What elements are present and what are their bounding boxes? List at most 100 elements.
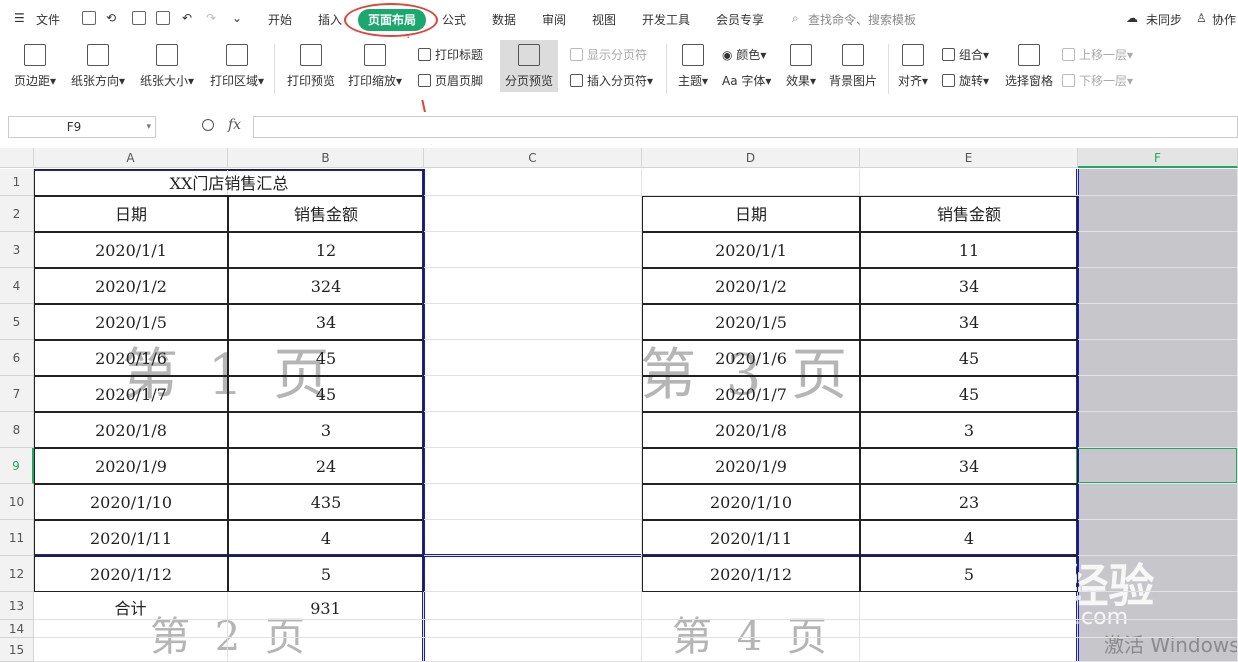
table2-amount-cell[interactable]: 23 bbox=[860, 484, 1078, 520]
table1-date-cell[interactable]: 2020/1/11 bbox=[34, 520, 228, 556]
table1-date-cell[interactable]: 2020/1/6 bbox=[34, 340, 228, 376]
grid-cell[interactable] bbox=[860, 169, 1078, 196]
table2-amount-cell[interactable]: 34 bbox=[860, 448, 1078, 484]
table2-amount-cell[interactable]: 4 bbox=[860, 520, 1078, 556]
tab-formulas[interactable]: 公式 bbox=[442, 11, 466, 28]
grid-cell[interactable] bbox=[1078, 376, 1238, 412]
table1-header-amount[interactable]: 销售金额 bbox=[228, 196, 424, 232]
grid-cell[interactable] bbox=[1078, 638, 1238, 662]
table2-date-cell[interactable]: 2020/1/7 bbox=[642, 376, 860, 412]
collaborate-button[interactable]: 协作 bbox=[1212, 11, 1236, 28]
grid-cell[interactable] bbox=[34, 638, 228, 662]
grid-cell[interactable] bbox=[424, 638, 642, 662]
grid-cell[interactable] bbox=[424, 620, 642, 638]
row-header-4[interactable]: 4 bbox=[0, 268, 34, 304]
row-header-9[interactable]: 9 bbox=[0, 448, 34, 484]
save-icon[interactable] bbox=[82, 11, 96, 25]
table1-date-cell[interactable]: 2020/1/9 bbox=[34, 448, 228, 484]
tab-member[interactable]: 会员专享 bbox=[716, 11, 764, 28]
file-menu[interactable]: 文件 bbox=[36, 11, 60, 28]
orientation-button[interactable]: 纸张方向▾ bbox=[70, 44, 126, 89]
table1-amount-cell[interactable]: 3 bbox=[228, 412, 424, 448]
grid-cell[interactable] bbox=[1078, 196, 1238, 232]
table2-amount-cell[interactable]: 11 bbox=[860, 232, 1078, 268]
table1-amount-cell[interactable]: 435 bbox=[228, 484, 424, 520]
print-scale-button[interactable]: 打印缩放▾ bbox=[346, 44, 404, 89]
col-header-f[interactable]: F bbox=[1078, 148, 1238, 168]
margins-button[interactable]: 页边距▾ bbox=[12, 44, 58, 89]
table2-date-cell[interactable]: 2020/1/6 bbox=[642, 340, 860, 376]
redo-icon[interactable]: ↷ bbox=[206, 11, 216, 25]
table2-header-date[interactable]: 日期 bbox=[642, 196, 860, 232]
row-header-1[interactable]: 1 bbox=[0, 169, 34, 196]
bring-forward-button[interactable]: 上移一层▾ bbox=[1062, 46, 1133, 63]
grid-cell[interactable] bbox=[34, 620, 228, 638]
grid-cell[interactable] bbox=[1078, 592, 1238, 620]
row-header-7[interactable]: 7 bbox=[0, 376, 34, 412]
table2-date-cell[interactable]: 2020/1/9 bbox=[642, 448, 860, 484]
row-header-10[interactable]: 10 bbox=[0, 484, 34, 520]
table1-total-value[interactable]: 931 bbox=[228, 592, 424, 620]
grid-cell[interactable] bbox=[860, 638, 1078, 662]
table1-date-cell[interactable]: 2020/1/12 bbox=[34, 556, 228, 592]
print-titles-button[interactable]: 打印标题 bbox=[418, 46, 483, 63]
table2-date-cell[interactable]: 2020/1/11 bbox=[642, 520, 860, 556]
row-header-12[interactable]: 12 bbox=[0, 556, 34, 592]
group-button[interactable]: 组合▾ bbox=[942, 46, 989, 63]
grid-cell[interactable] bbox=[424, 556, 642, 592]
selection-pane-button[interactable]: 选择窗格 bbox=[1004, 44, 1054, 89]
grid-cell[interactable] bbox=[642, 592, 860, 620]
grid-cell[interactable] bbox=[228, 638, 424, 662]
tab-home[interactable]: 开始 bbox=[268, 11, 292, 28]
hamburger-icon[interactable]: ☰ bbox=[14, 11, 25, 25]
grid-cell[interactable] bbox=[424, 484, 642, 520]
col-header-e[interactable]: E bbox=[860, 148, 1078, 168]
grid-cell[interactable] bbox=[860, 620, 1078, 638]
grid-cell[interactable] bbox=[642, 638, 860, 662]
table1-date-cell[interactable]: 2020/1/8 bbox=[34, 412, 228, 448]
row-header-14[interactable]: 14 bbox=[0, 620, 34, 638]
grid-cell[interactable] bbox=[860, 592, 1078, 620]
table1-title[interactable]: XX门店销售汇总 bbox=[34, 169, 424, 196]
table1-date-cell[interactable]: 2020/1/10 bbox=[34, 484, 228, 520]
grid-cell[interactable] bbox=[424, 412, 642, 448]
table2-date-cell[interactable]: 2020/1/10 bbox=[642, 484, 860, 520]
fonts-button[interactable]: Aa 字体▾ bbox=[722, 72, 771, 89]
grid-cell[interactable] bbox=[424, 448, 642, 484]
print-preview-button[interactable]: 打印预览 bbox=[286, 44, 336, 89]
tab-review[interactable]: 审阅 bbox=[542, 11, 566, 28]
table2-amount-cell[interactable]: 34 bbox=[860, 268, 1078, 304]
col-header-a[interactable]: A bbox=[34, 148, 228, 168]
row-header-3[interactable]: 3 bbox=[0, 232, 34, 268]
paper-size-button[interactable]: 纸张大小▾ bbox=[138, 44, 196, 89]
row-header-8[interactable]: 8 bbox=[0, 412, 34, 448]
tab-developer[interactable]: 开发工具 bbox=[642, 11, 690, 28]
table2-date-cell[interactable]: 2020/1/8 bbox=[642, 412, 860, 448]
table2-date-cell[interactable]: 2020/1/5 bbox=[642, 304, 860, 340]
show-page-breaks-checkbox[interactable]: 显示分页符 bbox=[570, 46, 647, 63]
send-backward-button[interactable]: 下移一层▾ bbox=[1062, 72, 1133, 89]
table1-date-cell[interactable]: 2020/1/1 bbox=[34, 232, 228, 268]
insert-page-break-button[interactable]: 插入分页符▾ bbox=[570, 72, 653, 89]
table1-date-cell[interactable]: 2020/1/5 bbox=[34, 304, 228, 340]
print-icon[interactable] bbox=[132, 11, 146, 25]
format-painter-icon[interactable]: ⟲ bbox=[106, 11, 116, 25]
chevron-down-icon[interactable]: ⌄ bbox=[232, 11, 242, 25]
table2-header-amount[interactable]: 销售金额 bbox=[860, 196, 1078, 232]
grid-cell[interactable] bbox=[1078, 304, 1238, 340]
tab-data[interactable]: 数据 bbox=[492, 11, 516, 28]
search-box[interactable]: 查找命令、搜索模板 bbox=[808, 11, 916, 28]
print-preview-icon[interactable] bbox=[156, 11, 170, 25]
grid-cell[interactable] bbox=[424, 196, 642, 232]
fx-icon[interactable]: fx bbox=[228, 117, 241, 133]
table1-amount-cell[interactable]: 5 bbox=[228, 556, 424, 592]
grid-cell[interactable] bbox=[1078, 484, 1238, 520]
table1-amount-cell[interactable]: 45 bbox=[228, 340, 424, 376]
grid-cell[interactable] bbox=[642, 620, 860, 638]
grid-cell[interactable] bbox=[1078, 169, 1238, 196]
row-header-2[interactable]: 2 bbox=[0, 196, 34, 232]
grid-cell[interactable] bbox=[424, 592, 642, 620]
formula-input[interactable] bbox=[253, 116, 1238, 138]
background-button[interactable]: 背景图片 bbox=[828, 44, 878, 89]
col-header-d[interactable]: D bbox=[642, 148, 860, 168]
